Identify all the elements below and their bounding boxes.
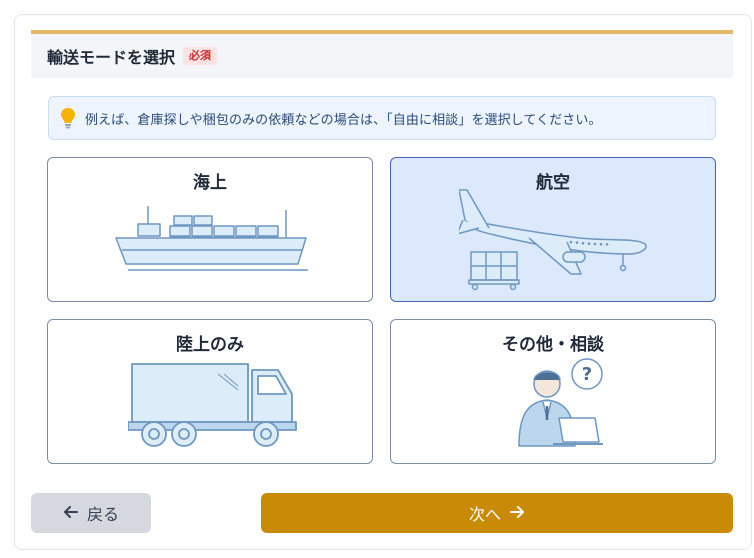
section-title: 輸送モードを選択: [47, 48, 176, 67]
truck-icon: [128, 363, 297, 447]
arrow-left-icon: [63, 504, 79, 523]
svg-text:?: ?: [582, 364, 592, 385]
back-button[interactable]: 戻る: [31, 493, 151, 533]
consultant-icon: ?: [518, 358, 603, 447]
hint-text: 例えば、倉庫探しや梱包のみの依頼などの場合は、「自由に相談」を選択してください。: [85, 112, 602, 128]
hint-box: 例えば、倉庫探しや梱包のみの依頼などの場合は、「自由に相談」を選択してください。: [48, 96, 716, 140]
option-label: 陸上のみ: [176, 335, 244, 355]
required-badge: 必須: [183, 47, 218, 65]
airplane-icon: [459, 189, 647, 291]
next-button[interactable]: 次へ: [261, 493, 733, 533]
option-other-consult[interactable]: その他・相談 ?: [390, 319, 716, 464]
option-label: その他・相談: [502, 335, 604, 355]
cargo-ship-icon: [115, 206, 308, 271]
next-button-label: 次へ: [468, 505, 501, 524]
option-label: 海上: [193, 173, 227, 193]
option-sea[interactable]: 海上: [47, 157, 373, 302]
section-header: 輸送モードを選択 必須: [31, 30, 733, 78]
lightbulb-icon: [59, 107, 77, 129]
arrow-right-icon: [509, 504, 525, 523]
option-land[interactable]: 陸上のみ: [47, 319, 373, 464]
option-air[interactable]: 航空: [390, 157, 716, 302]
back-button-label: 戻る: [86, 505, 119, 524]
